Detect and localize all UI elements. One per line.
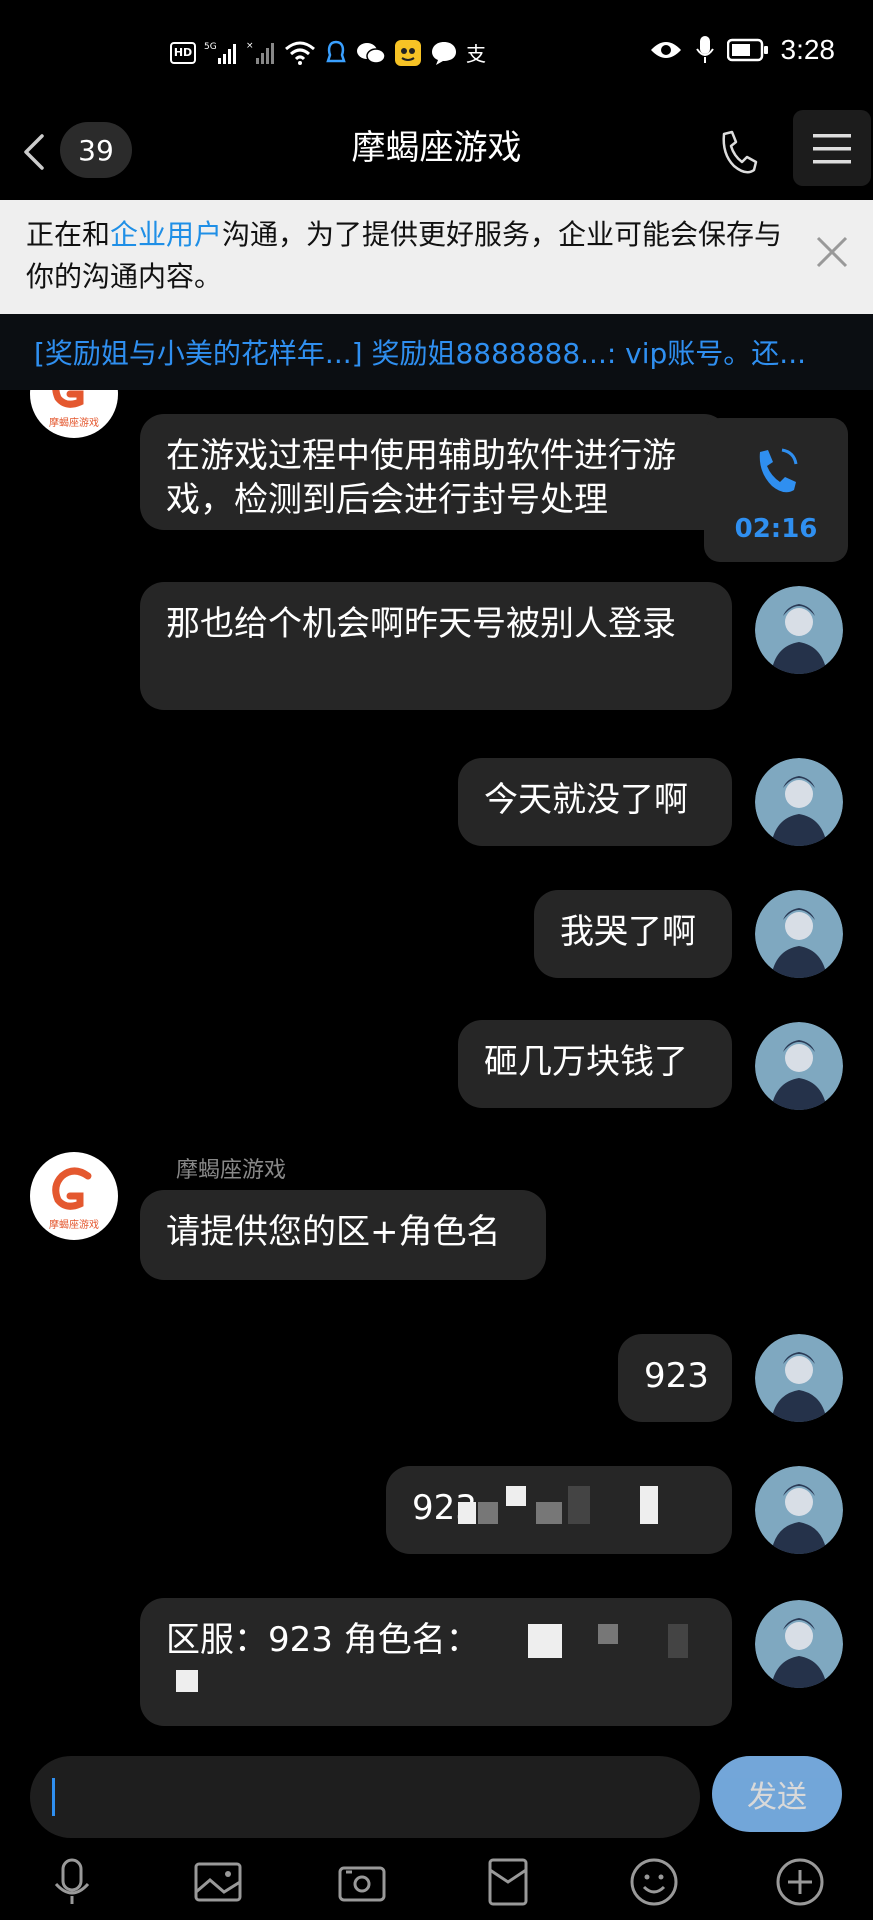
- redaction-block: [528, 1624, 562, 1658]
- text-caret: [52, 1778, 55, 1816]
- message-text: 在游戏过程中使用辅助软件进行游戏，检测到后会进行封号处理: [166, 436, 676, 520]
- hd-icon: HD: [170, 41, 196, 64]
- user-avatar-image: [755, 758, 843, 846]
- message-bubble[interactable]: 那也给个机会啊昨天号被别人登录: [140, 582, 732, 710]
- plus-icon: [776, 1858, 824, 1906]
- message-text: 923: [644, 1356, 709, 1396]
- message-bubble[interactable]: 我哭了啊: [534, 890, 732, 978]
- redaction-block: [568, 1486, 590, 1524]
- message-text: 请提供您的区+角色名: [166, 1212, 501, 1252]
- redaction-block: [536, 1502, 562, 1524]
- red-packet-button[interactable]: [478, 1852, 538, 1912]
- signal-5g-icon: 5G: [204, 42, 236, 64]
- user-avatar-image: [755, 1022, 843, 1110]
- emoji-button[interactable]: [624, 1852, 684, 1912]
- call-duration: 02:16: [734, 514, 818, 544]
- menu-button[interactable]: [793, 110, 871, 186]
- status-left-icons: HD 5G × 支: [170, 38, 486, 67]
- notice-prefix: 正在和: [26, 218, 111, 251]
- emoji-icon: [630, 1858, 678, 1906]
- message-text: 砸几万块钱了: [484, 1042, 688, 1082]
- user-avatar-image: [755, 1334, 843, 1422]
- phone-call-icon: [759, 448, 798, 493]
- redaction-block: [478, 1502, 498, 1524]
- send-button[interactable]: 发送: [712, 1756, 842, 1832]
- message-list[interactable]: 摩蝎座游戏 在游戏过程中使用辅助软件进行游戏，检测到后会进行封号处理 02:16…: [0, 390, 873, 1740]
- message-bubble[interactable]: 区服：923 角色名：: [140, 1598, 732, 1726]
- message-bubble[interactable]: 923: [618, 1334, 732, 1422]
- user-avatar-image: [755, 1600, 843, 1688]
- wifi-icon: [285, 41, 315, 65]
- user-avatar-image: [755, 586, 843, 674]
- notice-text: 正在和企业用户沟通，为了提供更好服务，企业可能会保存与你的沟通内容。: [26, 214, 806, 298]
- input-bar: 发送: [0, 1740, 873, 1920]
- status-bar: HD 5G × 支 3:28: [0, 0, 873, 110]
- alipay-icon: 支: [466, 42, 486, 66]
- user-avatar[interactable]: [755, 1334, 843, 1422]
- message-text: 区服：923 角色名：: [166, 1620, 480, 1660]
- game-avatar[interactable]: 摩蝎座游戏: [30, 390, 118, 438]
- message-input[interactable]: [30, 1756, 700, 1838]
- image-icon: [194, 1862, 242, 1902]
- eye-icon: [650, 42, 681, 58]
- more-button[interactable]: [770, 1852, 830, 1912]
- sender-name: 摩蝎座游戏: [176, 1158, 287, 1183]
- message-bubble[interactable]: 砸几万块钱了: [458, 1020, 732, 1108]
- status-right-icons: 3:28: [649, 34, 836, 66]
- close-icon: [816, 236, 848, 268]
- redaction-block: [458, 1502, 476, 1524]
- user-avatar[interactable]: [755, 1466, 843, 1554]
- redaction-block: [506, 1486, 526, 1506]
- pinned-message-bar[interactable]: [奖励姐与小美的花样年...] 奖励姐8888888...: vip账号。还..…: [0, 314, 873, 390]
- redaction-block: [598, 1624, 618, 1644]
- app-icon: [395, 39, 421, 66]
- voice-button[interactable]: [42, 1852, 102, 1912]
- chat-icon: [432, 41, 456, 65]
- message-bubble[interactable]: 在游戏过程中使用辅助软件进行游戏，检测到后会进行封号处理: [140, 414, 728, 530]
- game-logo-text: 摩蝎座游戏: [49, 416, 99, 429]
- voice-icon: [54, 1858, 90, 1904]
- game-avatar[interactable]: 摩蝎座游戏: [30, 1152, 118, 1240]
- message-bubble[interactable]: 今天就没了啊: [458, 758, 732, 846]
- notification-icon: [326, 40, 346, 62]
- camera-icon: [338, 1866, 386, 1902]
- user-avatar[interactable]: [755, 758, 843, 846]
- signal-icon: ×: [246, 41, 274, 64]
- notice-close-button[interactable]: [810, 230, 854, 274]
- pinned-message-text: [奖励姐与小美的花样年...] 奖励姐8888888...: vip账号。还..…: [34, 337, 807, 370]
- message-bubble[interactable]: 请提供您的区+角色名: [140, 1190, 546, 1280]
- camera-button[interactable]: [332, 1852, 392, 1912]
- game-logo-icon: 摩蝎座游戏: [49, 1167, 99, 1231]
- message-text: 今天就没了啊: [484, 780, 688, 820]
- message-bubble[interactable]: 923: [386, 1466, 732, 1554]
- game-logo-icon: 摩蝎座游戏: [49, 390, 99, 429]
- battery-icon: [726, 38, 768, 62]
- phone-icon: [722, 130, 758, 174]
- user-avatar[interactable]: [755, 586, 843, 674]
- wechat-icon: [357, 42, 386, 64]
- enterprise-notice: 正在和企业用户沟通，为了提供更好服务，企业可能会保存与你的沟通内容。: [0, 200, 873, 314]
- user-avatar-image: [755, 890, 843, 978]
- voice-call-card[interactable]: 02:16: [704, 418, 848, 562]
- mic-icon: [695, 36, 714, 63]
- redaction-block: [640, 1486, 658, 1524]
- svg-text:×: ×: [246, 41, 254, 51]
- game-logo-text: 摩蝎座游戏: [49, 1218, 99, 1231]
- redaction-block: [176, 1670, 198, 1692]
- message-text: 那也给个机会啊昨天号被别人登录: [166, 604, 676, 644]
- image-button[interactable]: [188, 1852, 248, 1912]
- chat-header: 39 摩蝎座游戏: [0, 110, 873, 200]
- svg-text:5G: 5G: [204, 42, 217, 52]
- call-button[interactable]: [712, 124, 762, 180]
- message-text: 我哭了啊: [560, 912, 696, 952]
- user-avatar[interactable]: [755, 1600, 843, 1688]
- redaction-block: [668, 1624, 688, 1658]
- menu-icon: [813, 134, 851, 164]
- red-packet-icon: [488, 1858, 528, 1906]
- user-avatar-image: [755, 1466, 843, 1554]
- notice-highlight-link[interactable]: 企业用户: [110, 218, 222, 251]
- user-avatar[interactable]: [755, 1022, 843, 1110]
- status-time: 3:28: [780, 34, 836, 65]
- user-avatar[interactable]: [755, 890, 843, 978]
